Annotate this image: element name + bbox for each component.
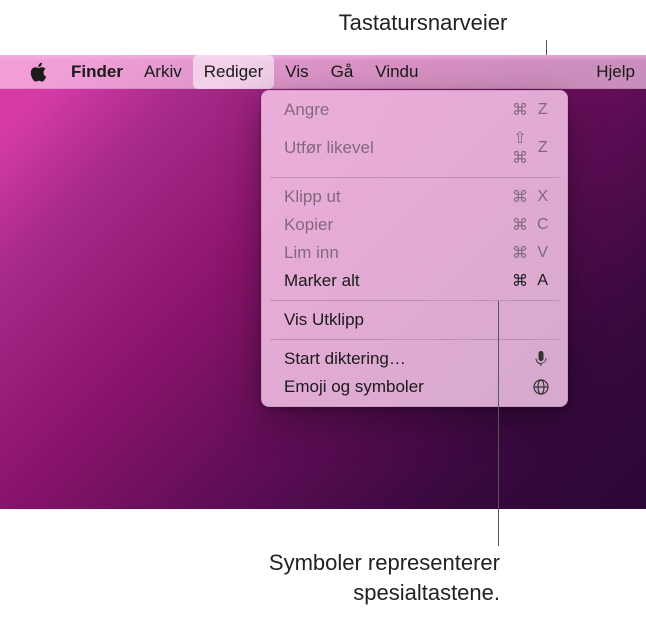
apple-logo-icon[interactable] xyxy=(25,62,51,82)
command-icon: ⌘ xyxy=(512,243,528,263)
command-icon: ⌘ xyxy=(512,215,528,235)
shortcut-key: V xyxy=(535,244,551,262)
callout-top-text: Tastatursnarveier xyxy=(139,10,508,36)
shortcut-key: A xyxy=(535,272,551,290)
menu-item-label: Vis Utklipp xyxy=(284,310,364,330)
shortcut-key: C xyxy=(535,216,551,234)
menu-item-start-dictation[interactable]: Start diktering… xyxy=(262,345,567,373)
menu-separator xyxy=(270,300,559,301)
menu-item-select-all[interactable]: Marker alt ⌘ A xyxy=(262,267,567,295)
menu-item-redo[interactable]: Utfør likevel ⇧ ⌘ Z xyxy=(262,124,567,172)
shortcut: ⌘ Z xyxy=(512,100,551,120)
shift-command-icon: ⇧ ⌘ xyxy=(512,128,528,168)
shortcut: ⌘ X xyxy=(512,187,551,207)
menu-rediger[interactable]: Rediger xyxy=(193,55,275,89)
menu-ga[interactable]: Gå xyxy=(320,55,365,89)
globe-icon xyxy=(531,379,551,395)
menu-hjelp[interactable]: Hjelp xyxy=(585,55,646,89)
shortcut: ⌘ A xyxy=(512,271,551,291)
menu-item-emoji-symbols[interactable]: Emoji og symboler xyxy=(262,373,567,401)
edit-dropdown-menu: Angre ⌘ Z Utfør likevel ⇧ ⌘ Z Klipp ut ⌘… xyxy=(261,90,568,407)
menu-item-label: Angre xyxy=(284,100,329,120)
callout-keyboard-shortcuts: Tastatursnarveier xyxy=(0,10,646,36)
callout-bottom-line2: spesialtastene. xyxy=(170,578,500,608)
menu-separator xyxy=(270,339,559,340)
command-icon: ⌘ xyxy=(512,187,528,207)
menubar: Finder Arkiv Rediger Vis Gå Vindu Hjelp xyxy=(0,55,646,89)
menu-item-label: Lim inn xyxy=(284,243,339,263)
shortcut: ⇧ ⌘ Z xyxy=(512,128,551,168)
menu-vindu[interactable]: Vindu xyxy=(364,55,429,89)
shortcut-key: Z xyxy=(535,139,551,157)
menu-item-label: Utfør likevel xyxy=(284,138,374,158)
menu-separator xyxy=(270,177,559,178)
menu-item-undo[interactable]: Angre ⌘ Z xyxy=(262,96,567,124)
microphone-icon xyxy=(531,350,551,368)
callout-line-bottom xyxy=(498,301,499,546)
menu-item-label: Kopier xyxy=(284,215,333,235)
menu-item-label: Start diktering… xyxy=(284,349,406,369)
shortcut-key: X xyxy=(535,188,551,206)
menu-item-paste[interactable]: Lim inn ⌘ V xyxy=(262,239,567,267)
menu-item-label: Emoji og symboler xyxy=(284,377,424,397)
menu-vis[interactable]: Vis xyxy=(274,55,319,89)
menu-arkiv[interactable]: Arkiv xyxy=(133,55,193,89)
menu-item-label: Klipp ut xyxy=(284,187,341,207)
callout-special-keys: Symboler representerer spesialtastene. xyxy=(170,548,500,607)
shortcut: ⌘ C xyxy=(512,215,551,235)
app-name[interactable]: Finder xyxy=(61,62,133,82)
shortcut: ⌘ V xyxy=(512,243,551,263)
menu-item-label: Marker alt xyxy=(284,271,360,291)
command-icon: ⌘ xyxy=(512,271,528,291)
menu-item-show-clipboard[interactable]: Vis Utklipp xyxy=(262,306,567,334)
callout-bottom-line1: Symboler representerer xyxy=(170,548,500,578)
menu-item-cut[interactable]: Klipp ut ⌘ X xyxy=(262,183,567,211)
command-icon: ⌘ xyxy=(512,100,528,120)
menu-item-copy[interactable]: Kopier ⌘ C xyxy=(262,211,567,239)
shortcut-key: Z xyxy=(535,101,551,119)
